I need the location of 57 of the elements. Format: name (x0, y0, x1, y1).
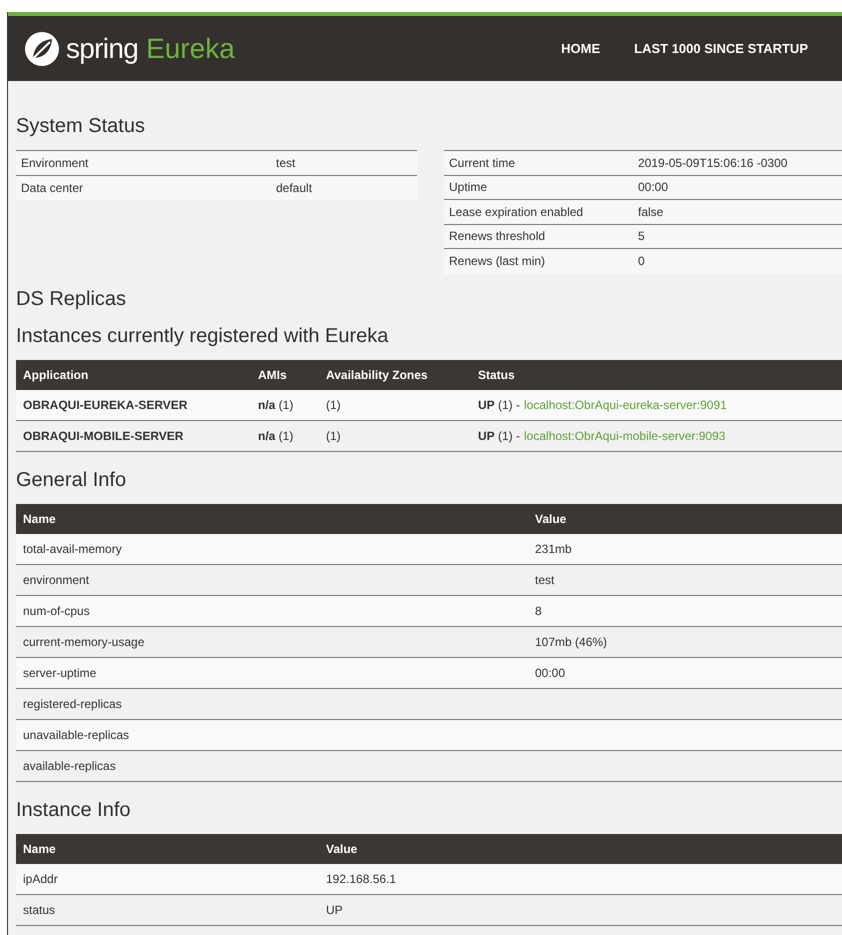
section-heading: System Status (16, 115, 146, 138)
table-cell: available-replicas (23, 758, 116, 772)
section-heading: DS Replicas (16, 288, 128, 310)
column-header: AMIs (257, 366, 288, 384)
column-header: Name (22, 840, 57, 858)
table-cell-text: default (275, 180, 314, 197)
table-cell-text: Lease expiration enabled (448, 204, 584, 221)
table-cell-text: UP (1) - (478, 396, 520, 414)
table-cell: 8 (535, 604, 542, 618)
table-cell: OBRAQUI-EUREKA-SERVER (23, 398, 188, 412)
logo-text: spring (66, 32, 138, 66)
table-cell: status (23, 902, 56, 916)
table-cell: current-memory-usage (23, 634, 144, 648)
table-cell: 231mb (535, 542, 572, 556)
table-cell-text: Renews threshold (448, 228, 546, 246)
table-cell: num-of-cpus (23, 604, 90, 618)
table-cell: registered-replicas (23, 696, 122, 710)
table-cell: UP (326, 902, 343, 916)
table-cell: unavailable-replicas (23, 728, 130, 742)
nav-link[interactable]: LAST 1000 SINCE STARTUP (634, 38, 808, 58)
table-cell: n/a (1) (258, 398, 294, 412)
table-cell-text: test (275, 154, 296, 172)
table-cell-text: Current time (448, 154, 516, 172)
table-cell-text: 5 (637, 228, 646, 246)
table-cell: total-avail-memory (23, 542, 122, 556)
table-cell: (1) (326, 398, 341, 412)
section-heading: Instance Info (16, 798, 132, 822)
table-cell-text: UP (1) - (478, 428, 520, 444)
table-cell-text: Data center (20, 180, 84, 197)
column-header: Status (477, 366, 516, 384)
table-cell-text: Renews (last min) (448, 253, 546, 270)
column-header: Application (22, 366, 90, 384)
table-cell-text: 0 (637, 253, 646, 270)
table-cell: OBRAQUI-MOBILE-SERVER (23, 428, 184, 442)
column-header: Availability Zones (325, 366, 429, 384)
column-header: Value (325, 840, 358, 858)
table-cell-text: 00:00 (637, 179, 670, 196)
table-cell: n/a (1) (258, 428, 294, 442)
table-cell-text: 2019-05-09T15:06:16 -0300 (637, 154, 788, 172)
table-cell-text: false (637, 204, 664, 221)
nav-link[interactable]: HOME (561, 38, 600, 58)
section-heading: General Info (16, 468, 128, 492)
table-cell: 107mb (46%) (535, 634, 608, 648)
table-cell: 192.168.56.1 (326, 872, 396, 886)
leaf-logo-icon (24, 30, 60, 66)
table-cell-text: Uptime (448, 179, 488, 196)
column-header: Value (534, 510, 568, 528)
section-heading: Instances currently registered with Eureka (16, 324, 390, 348)
table-cell: test (535, 572, 554, 586)
table-cell-text: Environment (20, 154, 90, 172)
table-cell: environment (23, 572, 90, 586)
logo-product: Eureka (146, 32, 235, 66)
table-cell: ipAddr (23, 872, 58, 886)
column-header: Name (22, 510, 57, 528)
table-cell: server-uptime (23, 666, 96, 680)
table-cell: 00:00 (535, 666, 566, 680)
table-cell: (1) (326, 428, 341, 442)
